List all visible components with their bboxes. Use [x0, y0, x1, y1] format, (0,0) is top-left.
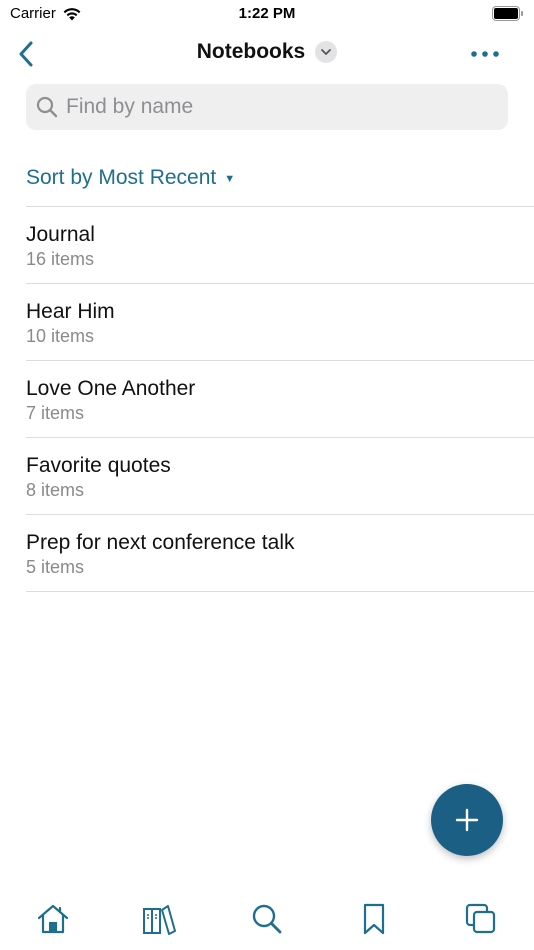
status-bar: Carrier 1:22 PM: [0, 0, 534, 28]
tab-bookmarks[interactable]: [320, 895, 427, 950]
notebook-item-count: 10 items: [26, 326, 95, 346]
notebook-item-count: 5 items: [26, 557, 85, 577]
add-notebook-button[interactable]: [431, 784, 503, 856]
list-item[interactable]: Favorite quotes 8 items: [26, 437, 534, 514]
status-time: 1:22 PM: [238, 5, 296, 22]
home-icon: [38, 904, 69, 934]
search-input[interactable]: [64, 94, 488, 120]
list-item[interactable]: Hear Him 10 items: [26, 283, 534, 360]
sort-selector[interactable]: Sort by Most Recent ▼: [26, 166, 235, 190]
sort-label: Sort by Most Recent: [26, 166, 217, 189]
notebook-title: Hear Him: [26, 300, 115, 323]
tab-bar: [0, 895, 534, 950]
tab-library[interactable]: [107, 895, 214, 950]
title-dropdown-button[interactable]: [315, 41, 338, 63]
more-options-button[interactable]: [470, 42, 500, 66]
notebook-title: Love One Another: [26, 377, 196, 400]
bookmark-icon: [363, 903, 384, 935]
list-item[interactable]: Journal 16 items: [26, 206, 534, 283]
search-icon: [252, 904, 282, 934]
notebook-title: Favorite quotes: [26, 454, 171, 477]
chevron-down-icon: [321, 49, 332, 55]
notebook-list: Journal 16 items Hear Him 10 items Love …: [26, 206, 534, 592]
caret-down-icon: ▼: [224, 173, 236, 185]
notebook-item-count: 16 items: [26, 249, 95, 269]
notebook-title: Prep for next conference talk: [26, 531, 295, 554]
list-item[interactable]: Prep for next conference talk 5 items: [26, 514, 534, 592]
notebook-item-count: 8 items: [26, 480, 85, 500]
list-item[interactable]: Love One Another 7 items: [26, 360, 534, 437]
title-group: Notebooks: [0, 40, 534, 64]
library-icon: [143, 905, 177, 935]
search-icon: [36, 96, 58, 118]
page-title: Notebooks: [196, 40, 306, 63]
search-bar: [26, 84, 508, 130]
tab-search[interactable]: [214, 895, 321, 950]
notebook-title: Journal: [26, 223, 95, 246]
battery-icon: [492, 6, 523, 21]
notebook-item-count: 7 items: [26, 403, 85, 423]
tab-windows[interactable]: [427, 895, 534, 950]
navigation-bar: Notebooks: [0, 30, 534, 78]
windows-icon: [465, 903, 495, 934]
ellipsis-icon: [471, 51, 499, 57]
tab-home[interactable]: [0, 895, 107, 950]
plus-icon: [455, 808, 479, 832]
